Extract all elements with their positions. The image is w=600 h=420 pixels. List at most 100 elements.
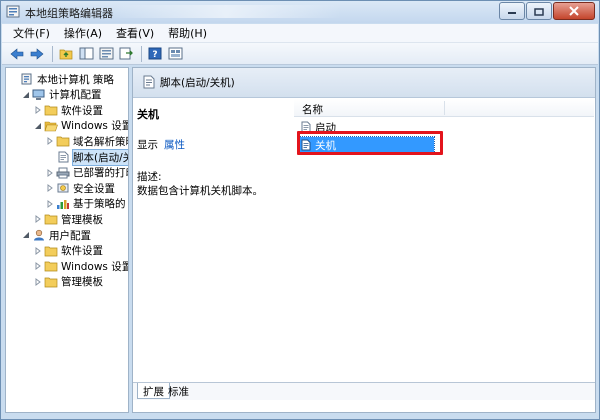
show-label: 显示	[137, 139, 158, 151]
folder-up-icon	[59, 49, 72, 60]
collapsed-triangle-icon[interactable]	[33, 262, 42, 271]
console-tree[interactable]: 本地计算机 策略计算机配置软件设置Windows 设置域名解析策略脚本(启动/关…	[5, 67, 129, 413]
tree-item[interactable]: 脚本(启动/关	[45, 148, 128, 166]
show-hide-tree-button[interactable]	[77, 45, 95, 63]
show-properties-line: 显示 属性	[137, 137, 185, 152]
script-icon	[143, 75, 155, 92]
tree-item[interactable]: 管理模板	[33, 274, 103, 290]
tree-item-label: 软件设置	[61, 104, 103, 117]
toolbar: ?	[2, 43, 598, 65]
tree-item-label: 已部署的打印	[73, 167, 128, 180]
tree-item[interactable]: 域名解析策略	[45, 133, 128, 149]
tree-item-label: 管理模板	[61, 276, 103, 289]
tree-item[interactable]: 基于策略的 Q	[45, 196, 128, 212]
toolbar-separator	[141, 45, 142, 62]
properties-button[interactable]	[97, 45, 115, 63]
details-header: 脚本(启动/关机)	[133, 68, 595, 98]
tab-standard[interactable]: 标准	[163, 383, 194, 399]
menu-view[interactable]: 查看(V)	[109, 25, 161, 41]
minimize-button[interactable]	[499, 2, 525, 20]
menu-help[interactable]: 帮助(H)	[161, 25, 214, 41]
script-icon	[56, 151, 70, 164]
description-text: 数据包含计算机关机脚本。	[137, 185, 263, 197]
back-button[interactable]	[8, 45, 26, 63]
minimize-icon	[508, 12, 516, 14]
collapsed-triangle-icon[interactable]	[45, 184, 54, 193]
tree-item-label: 基于策略的 Q	[73, 198, 128, 211]
tree-item[interactable]: 管理模板	[33, 211, 103, 227]
collapsed-triangle-icon[interactable]	[45, 168, 54, 177]
tree-item-label: 软件设置	[61, 245, 103, 258]
policy-editor-icon	[6, 5, 20, 18]
tree-item-label: 计算机配置	[49, 89, 102, 102]
folder-icon	[44, 275, 58, 288]
tree-item[interactable]: 已部署的打印	[45, 165, 128, 181]
user-config-icon	[32, 229, 46, 242]
caption-buttons	[498, 2, 595, 20]
tree-item[interactable]: 用户配置	[21, 227, 91, 243]
tree-item[interactable]: 计算机配置	[21, 87, 102, 103]
tree-item[interactable]: Windows 设置	[33, 258, 129, 274]
title-bar[interactable]: 本地组策略编辑器	[1, 1, 599, 23]
tree-item[interactable]: Windows 设置	[33, 118, 128, 134]
tree-item[interactable]: 软件设置	[33, 102, 103, 118]
printer-icon	[56, 166, 70, 179]
collapsed-triangle-icon[interactable]	[45, 137, 54, 146]
forward-button[interactable]	[28, 45, 46, 63]
tree-item[interactable]: 安全设置	[45, 180, 115, 196]
collapsed-triangle-icon[interactable]	[33, 277, 42, 286]
tree-item-label: 脚本(启动/关	[71, 148, 128, 166]
expanded-triangle-icon[interactable]	[21, 231, 30, 240]
column-header-name[interactable]: 名称	[302, 102, 323, 117]
details-pane: 脚本(启动/关机) 关机 显示 属性 描述: 数据包含计算机关机脚本。 名称 启动	[132, 67, 596, 413]
details-header-title: 脚本(启动/关机)	[160, 77, 235, 89]
computer-config-icon	[32, 88, 46, 101]
tree-item-label: 用户配置	[49, 229, 91, 242]
tree-item-label: 管理模板	[61, 213, 103, 226]
computer-policy-icon	[20, 73, 34, 86]
folder-icon	[56, 135, 70, 148]
menu-action[interactable]: 操作(A)	[57, 25, 109, 41]
description-label: 描述:	[137, 171, 162, 183]
column-separator[interactable]	[444, 101, 445, 115]
folder-icon	[44, 244, 58, 257]
tree-item[interactable]: 本地计算机 策略	[9, 71, 114, 87]
menu-bar: 文件(F) 操作(A) 查看(V) 帮助(H)	[2, 24, 598, 43]
up-level-button[interactable]	[57, 45, 75, 63]
menu-file[interactable]: 文件(F)	[6, 25, 57, 41]
security-icon	[56, 182, 70, 195]
filter-view-button[interactable]	[166, 45, 184, 63]
properties-link[interactable]: 属性	[164, 139, 185, 151]
svg-text:?: ?	[152, 50, 157, 60]
expanded-triangle-icon[interactable]	[21, 90, 30, 99]
close-button[interactable]	[553, 2, 595, 20]
collapsed-triangle-icon[interactable]	[45, 199, 54, 208]
collapsed-triangle-icon[interactable]	[33, 246, 42, 255]
collapsed-triangle-icon[interactable]	[33, 215, 42, 224]
collapsed-triangle-icon[interactable]	[33, 106, 42, 115]
description-pane: 关机 显示 属性 描述: 数据包含计算机关机脚本。	[133, 99, 293, 379]
restore-icon	[534, 7, 544, 16]
tree-item-label: 本地计算机 策略	[37, 73, 114, 86]
help-icon: ?	[148, 47, 162, 60]
toolbar-separator	[52, 45, 53, 62]
list-header: 名称	[294, 99, 594, 117]
expanded-triangle-icon[interactable]	[33, 121, 42, 130]
annotation-highlight-box	[297, 131, 443, 155]
export-list-button[interactable]	[117, 45, 135, 63]
help-button[interactable]: ?	[146, 45, 164, 63]
tree-item-label: 域名解析策略	[73, 135, 128, 148]
console-tree-icon	[79, 47, 93, 60]
qos-chart-icon	[56, 197, 70, 210]
tree-item-label: Windows 设置	[61, 260, 129, 273]
app-window: 本地组策略编辑器 文件(F) 操作(A) 查看(V) 帮助(H) ? 本地计算机…	[0, 0, 600, 420]
maximize-button[interactable]	[526, 2, 552, 20]
window-title: 本地组策略编辑器	[25, 7, 113, 20]
forward-arrow-icon	[30, 47, 44, 60]
folder-icon	[44, 104, 58, 117]
tree-item[interactable]: 软件设置	[33, 243, 103, 259]
folder-icon	[44, 213, 58, 226]
item-heading: 关机	[137, 108, 159, 121]
